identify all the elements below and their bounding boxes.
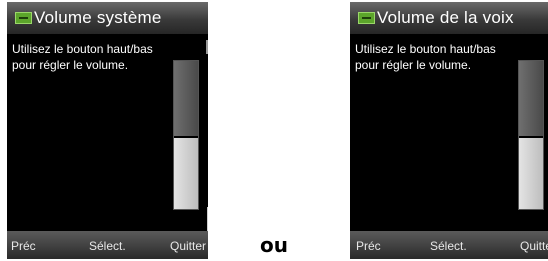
volume-slider[interactable] — [173, 60, 199, 210]
volume-slider[interactable] — [518, 60, 544, 210]
volume-app-icon — [15, 12, 32, 24]
select-softkey[interactable]: Sélect. — [430, 239, 467, 253]
title-bar: Volume système — [7, 2, 208, 34]
volume-empty-portion — [519, 61, 543, 138]
volume-app-icon — [358, 12, 375, 24]
volume-empty-portion — [174, 61, 198, 138]
quit-softkey[interactable]: Quitter — [520, 239, 548, 253]
screen-title: Volume système — [34, 8, 162, 27]
volume-level-fill — [519, 135, 543, 209]
screen-title: Volume de la voix — [377, 8, 514, 27]
select-softkey[interactable]: Sélect. — [89, 239, 126, 253]
screen-system-volume: Volume système Utilisez le bouton haut/b… — [7, 2, 208, 259]
instruction-text: Utilisez le bouton haut/bas pour régler … — [355, 42, 496, 72]
or-separator: ou — [260, 233, 288, 257]
back-softkey[interactable]: Préc — [356, 239, 381, 253]
edge-divider — [207, 207, 208, 232]
softkey-bar: Préc Sélect. Quitter — [7, 231, 208, 259]
scroll-indicator — [206, 40, 208, 54]
screen-voice-volume: Volume de la voix Utilisez le bouton hau… — [350, 2, 548, 259]
softkey-bar: Préc Sélect. Quitter — [350, 231, 548, 259]
volume-level-fill — [174, 135, 198, 209]
title-bar: Volume de la voix — [350, 2, 548, 34]
instruction-text: Utilisez le bouton haut/bas pour régler … — [12, 42, 153, 72]
quit-softkey[interactable]: Quitter — [170, 239, 206, 253]
back-softkey[interactable]: Préc — [11, 239, 36, 253]
